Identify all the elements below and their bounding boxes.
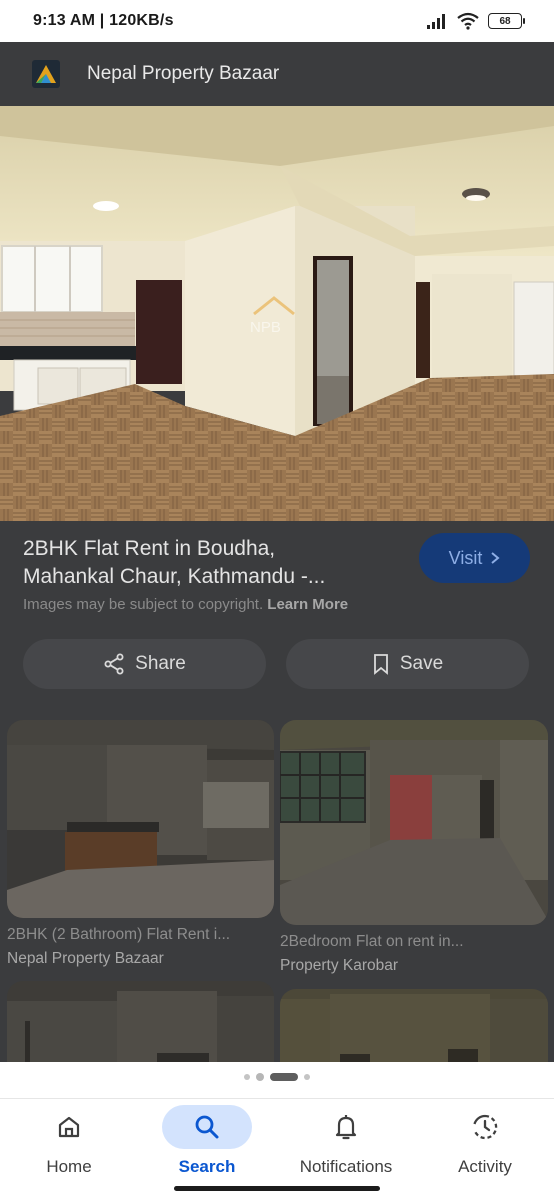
carousel-dot	[244, 1074, 250, 1080]
hero-watermark: NPB	[250, 319, 281, 336]
home-icon	[9, 1105, 129, 1149]
result-thumbnail[interactable]	[280, 720, 548, 925]
bell-icon	[286, 1105, 406, 1149]
result-card[interactable]: 2Bedroom Flat on rent in... Property Kar…	[280, 720, 548, 975]
result-thumbnail[interactable]	[280, 989, 548, 1062]
listing-title[interactable]: 2BHK Flat Rent in Boudha, Mahankal Chaur…	[23, 535, 403, 591]
property-hero-image[interactable]: NPB	[0, 106, 554, 521]
save-label: Save	[399, 653, 444, 674]
listing-title-line1: 2BHK Flat Rent in Boudha,	[23, 537, 276, 560]
nav-notifications-label: Notifications	[299, 1157, 393, 1176]
learn-more-link[interactable]: Learn More	[267, 596, 348, 613]
nav-search[interactable]: Search	[147, 1105, 267, 1177]
nav-search-label: Search	[178, 1157, 236, 1176]
nav-activity[interactable]: Activity	[425, 1105, 545, 1177]
status-bar: 9:13 AM | 120KB/s 68	[0, 0, 554, 42]
status-time: 9:13 AM | 120KB/s	[33, 12, 174, 29]
bookmark-icon	[373, 654, 388, 675]
image-viewer-overlay: Nepal Property Bazaar NPB 2BHK Flat Rent…	[0, 42, 554, 1062]
result-source: Nepal Property Bazaar	[7, 950, 164, 967]
result-thumbnail[interactable]	[7, 720, 274, 918]
bottom-navigation: Home Search Notifications Activity	[0, 1098, 554, 1200]
signal-icon	[427, 14, 445, 29]
copyright-text: Images may be subject to copyright.	[23, 596, 264, 613]
carousel-indicator	[0, 1073, 554, 1081]
nav-notifications[interactable]: Notifications	[286, 1105, 406, 1177]
chevron-right-icon	[491, 552, 500, 564]
result-title: 2Bedroom Flat on rent in...	[280, 933, 464, 950]
share-label: Share	[135, 653, 186, 674]
app-bar: Nepal Property Bazaar	[0, 42, 554, 106]
nav-activity-label: Activity	[458, 1157, 512, 1176]
share-button[interactable]: Share	[23, 639, 266, 689]
activity-history-icon	[425, 1105, 545, 1149]
listing-info: 2BHK Flat Rent in Boudha, Mahankal Chaur…	[0, 521, 554, 691]
result-source: Property Karobar	[280, 957, 399, 974]
search-icon	[162, 1105, 252, 1149]
visit-button[interactable]: Visit	[419, 533, 530, 583]
app-logo-icon	[32, 60, 60, 88]
app-title: Nepal Property Bazaar	[87, 63, 280, 84]
copyright-notice: Images may be subject to copyright. Lear…	[23, 596, 348, 613]
gesture-bar[interactable]	[174, 1186, 380, 1191]
visit-label: Visit	[448, 547, 483, 568]
listing-title-line2: Mahankal Chaur, Kathmandu -...	[23, 565, 326, 588]
nav-home[interactable]: Home	[9, 1105, 129, 1177]
result-title: 2BHK (2 Bathroom) Flat Rent i...	[7, 926, 231, 943]
result-card[interactable]	[280, 989, 548, 1062]
battery-icon: 68	[488, 13, 525, 29]
share-icon	[104, 653, 124, 675]
carousel-dot	[304, 1074, 310, 1080]
result-card[interactable]: 2BHK (2 Bathroom) Flat Rent i... Nepal P…	[7, 720, 274, 968]
wifi-icon	[457, 12, 479, 30]
nav-home-label: Home	[46, 1157, 92, 1176]
save-button[interactable]: Save	[286, 639, 529, 689]
result-thumbnail[interactable]	[7, 981, 274, 1062]
result-card[interactable]	[7, 981, 274, 1062]
status-icons: 68	[426, 12, 525, 30]
carousel-dot-active	[270, 1073, 298, 1081]
carousel-dot	[256, 1073, 264, 1081]
